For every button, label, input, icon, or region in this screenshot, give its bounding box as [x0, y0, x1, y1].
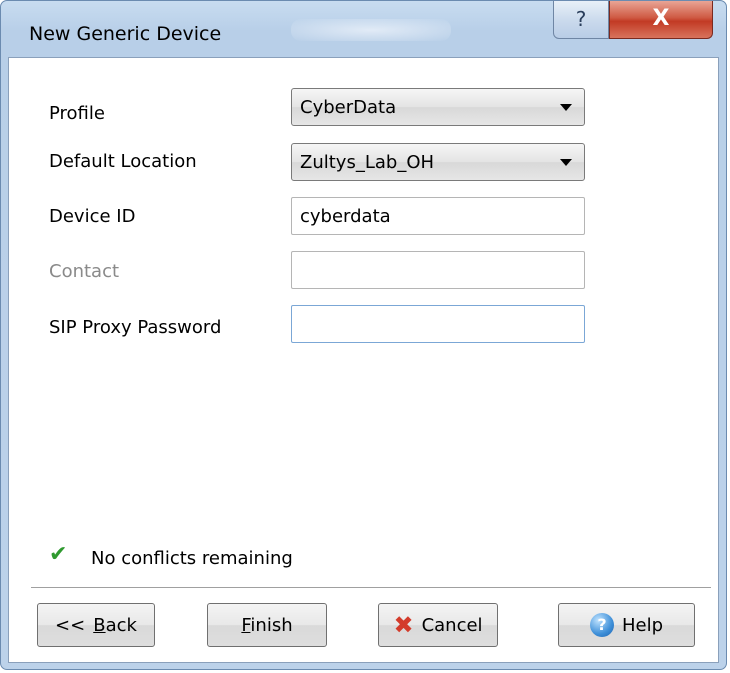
back-mnemonic: B — [93, 614, 106, 636]
cancel-x-icon: ✖ — [393, 611, 414, 639]
device-id-field[interactable] — [291, 197, 585, 235]
profile-label: Profile — [49, 103, 105, 124]
help-button[interactable]: ? Help — [558, 603, 695, 647]
profile-dropdown[interactable]: CyberData — [291, 88, 585, 126]
chevron-down-icon — [560, 159, 572, 166]
profile-value: CyberData — [300, 97, 397, 118]
title-help-button[interactable]: ? — [553, 1, 609, 39]
default-location-dropdown[interactable]: Zultys_Lab_OH — [291, 143, 585, 181]
help-icon: ? — [589, 613, 614, 637]
device-id-input[interactable] — [292, 198, 584, 234]
default-location-label: Default Location — [49, 151, 197, 172]
close-icon: X — [652, 6, 670, 31]
divider-highlight — [31, 588, 711, 589]
window-title: New Generic Device — [29, 23, 222, 45]
contact-field[interactable] — [291, 251, 585, 289]
contact-label: Contact — [49, 261, 120, 282]
sip-proxy-password-input[interactable] — [292, 306, 584, 342]
chevron-down-icon — [560, 104, 572, 111]
finish-button[interactable]: Finish — [207, 603, 327, 647]
cancel-button[interactable]: ✖ Cancel — [378, 603, 498, 647]
blurred-title-region — [291, 19, 451, 41]
title-bar: New Generic Device ? X — [1, 1, 726, 57]
question-icon: ? — [575, 7, 587, 31]
back-button[interactable]: << Back — [37, 603, 155, 647]
back-label: ack — [105, 614, 137, 636]
cancel-label: Cancel — [421, 614, 483, 636]
dialog-window: New Generic Device ? X Profile CyberData… — [0, 0, 727, 670]
device-id-label: Device ID — [49, 206, 136, 227]
status-message: No conflicts remaining — [91, 548, 293, 569]
back-prefix: << — [55, 614, 86, 636]
contact-input[interactable] — [292, 252, 584, 288]
sip-proxy-password-field[interactable] — [291, 305, 585, 343]
dialog-body: Profile CyberData Default Location Zulty… — [8, 57, 719, 663]
help-label: Help — [621, 614, 664, 636]
default-location-value: Zultys_Lab_OH — [300, 152, 435, 173]
check-icon: ✔ — [49, 542, 68, 567]
close-button[interactable]: X — [609, 1, 713, 39]
sip-proxy-password-label: SIP Proxy Password — [49, 317, 222, 338]
finish-label: inish — [250, 614, 293, 636]
